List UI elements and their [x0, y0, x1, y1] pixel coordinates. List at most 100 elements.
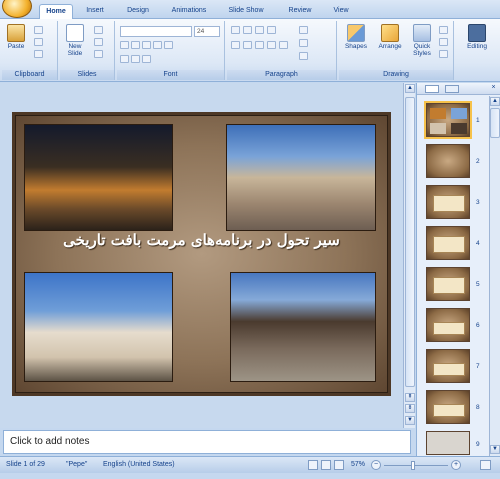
font-name-field[interactable] — [120, 26, 192, 37]
outline-tab-icon[interactable] — [445, 85, 459, 93]
cut-icon[interactable] — [34, 26, 43, 34]
delete-slide-icon[interactable] — [94, 50, 103, 58]
thumbnail-number: 8 — [476, 404, 480, 411]
close-pane-icon[interactable]: × — [489, 84, 498, 93]
thumbnail-slide-4[interactable] — [426, 226, 470, 260]
photo-colonnade-night[interactable] — [24, 124, 173, 231]
align-center-icon[interactable] — [243, 41, 252, 49]
text-direction-icon[interactable] — [299, 26, 308, 34]
thumbnail-number: 6 — [476, 322, 480, 329]
tab-design[interactable]: Design — [122, 4, 154, 19]
reset-icon[interactable] — [94, 38, 103, 46]
zoom-slider-thumb[interactable] — [411, 461, 415, 470]
thumbnail-slide-6[interactable] — [426, 308, 470, 342]
copy-icon[interactable] — [34, 38, 43, 46]
zoom-slider-track[interactable] — [384, 465, 448, 466]
thumbnail-scroll-thumb[interactable] — [490, 108, 500, 138]
shapes-button[interactable]: Shapes — [343, 24, 369, 50]
slide-editor[interactable]: سیر تحول در برنامه‌های مرمت بافت تاریخی — [0, 83, 403, 428]
bullets-icon[interactable] — [231, 26, 240, 34]
quick-styles-label-1: Quick — [413, 43, 431, 50]
thumbnail-slide-3[interactable] — [426, 185, 470, 219]
underline-icon[interactable] — [142, 41, 151, 49]
status-bar: Slide 1 of 29 "Pepe" English (United Sta… — [0, 456, 500, 473]
align-text-icon[interactable] — [299, 39, 308, 47]
notes-pane[interactable]: Click to add notes — [3, 430, 411, 454]
photo-old-street[interactable] — [230, 272, 376, 382]
ribbon-tab-bar: Home Insert Design Animations Slide Show… — [0, 0, 500, 19]
tab-review[interactable]: Review — [283, 4, 317, 19]
slides-tab-icon[interactable] — [425, 85, 439, 93]
thumbnail-number: 2 — [476, 158, 480, 165]
scroll-down-button[interactable]: ▼ — [405, 416, 415, 425]
editor-scrollbar[interactable]: ▲ ⇞ ⇟ ▼ — [403, 83, 415, 428]
zoom-level[interactable]: 57% — [351, 461, 365, 468]
thumbnail-slide-1[interactable] — [424, 101, 472, 139]
thumbnail-slide-8[interactable] — [426, 390, 470, 424]
columns-icon[interactable] — [279, 41, 288, 49]
new-slide-button[interactable]: New Slide — [63, 24, 87, 57]
ribbon: Paste Clipboard New Slide Slides 24 Font — [0, 19, 500, 82]
font-group-label: Font — [117, 70, 224, 80]
font-size-field[interactable]: 24 — [194, 26, 220, 37]
photo-basilica-square[interactable] — [226, 124, 376, 231]
thumb-photo — [451, 108, 467, 119]
strikethrough-icon[interactable] — [153, 41, 162, 49]
justify-icon[interactable] — [267, 41, 276, 49]
layout-icon[interactable] — [94, 26, 103, 34]
slide-canvas[interactable]: سیر تحول در برنامه‌های مرمت بافت تاریخی — [12, 112, 391, 479]
binoculars-icon — [468, 24, 486, 42]
thumbnail-number: 5 — [476, 281, 480, 288]
shape-effects-icon[interactable] — [439, 50, 448, 58]
smartart-icon[interactable] — [299, 52, 308, 60]
zoom-in-icon[interactable]: + — [451, 460, 461, 470]
format-painter-icon[interactable] — [34, 50, 43, 58]
thumbnail-scroll-down[interactable]: ▼ — [490, 445, 500, 454]
scroll-up-button[interactable]: ▲ — [405, 84, 415, 93]
italic-icon[interactable] — [131, 41, 140, 49]
normal-view-icon[interactable] — [308, 460, 318, 470]
shape-fill-icon[interactable] — [439, 26, 448, 34]
increase-indent-icon[interactable] — [267, 26, 276, 34]
office-button[interactable] — [2, 0, 32, 18]
fit-to-window-icon[interactable] — [480, 460, 491, 470]
change-case-icon[interactable] — [131, 55, 140, 63]
bold-icon[interactable] — [120, 41, 129, 49]
align-right-icon[interactable] — [255, 41, 264, 49]
thumbnail-scrollbar[interactable]: ▲ ▼ — [489, 96, 500, 457]
char-spacing-icon[interactable] — [120, 55, 129, 63]
language-indicator[interactable]: English (United States) — [103, 461, 175, 468]
decrease-indent-icon[interactable] — [255, 26, 264, 34]
quick-styles-button[interactable]: Quick Styles — [409, 24, 435, 57]
previous-slide-button[interactable]: ⇞ — [405, 393, 415, 402]
next-slide-button[interactable]: ⇟ — [405, 404, 415, 413]
arrange-button[interactable]: Arrange — [375, 24, 405, 50]
thumbnail-slide-5[interactable] — [426, 267, 470, 301]
tab-insert[interactable]: Insert — [80, 4, 110, 19]
scroll-thumb[interactable] — [405, 97, 415, 387]
thumbnail-slide-9[interactable] — [426, 431, 470, 455]
slide-show-view-icon[interactable] — [334, 460, 344, 470]
shape-outline-icon[interactable] — [439, 38, 448, 46]
thumb-text-box — [433, 195, 465, 212]
shadow-icon[interactable] — [164, 41, 173, 49]
paragraph-group: Paragraph — [227, 21, 337, 80]
tab-animations[interactable]: Animations — [166, 4, 212, 19]
thumbnail-tabs: × — [417, 83, 500, 95]
paste-button[interactable]: Paste — [5, 24, 27, 50]
slide-sorter-view-icon[interactable] — [321, 460, 331, 470]
numbering-icon[interactable] — [243, 26, 252, 34]
thumbnail-slide-2[interactable] — [426, 144, 470, 178]
align-left-icon[interactable] — [231, 41, 240, 49]
tab-slide-show[interactable]: Slide Show — [223, 4, 269, 19]
thumbnail-scroll-up[interactable]: ▲ — [490, 97, 500, 106]
photo-doge-palace[interactable] — [24, 272, 173, 382]
thumbnail-slide-7[interactable] — [426, 349, 470, 383]
editing-button[interactable]: Editing — [462, 24, 492, 50]
tab-view[interactable]: View — [327, 4, 355, 19]
zoom-out-icon[interactable]: − — [371, 460, 381, 470]
tab-home[interactable]: Home — [39, 4, 73, 19]
font-color-icon[interactable] — [142, 55, 151, 63]
slide-title[interactable]: سیر تحول در برنامه‌های مرمت بافت تاریخی — [12, 231, 391, 249]
thumb-text-box — [433, 322, 465, 335]
